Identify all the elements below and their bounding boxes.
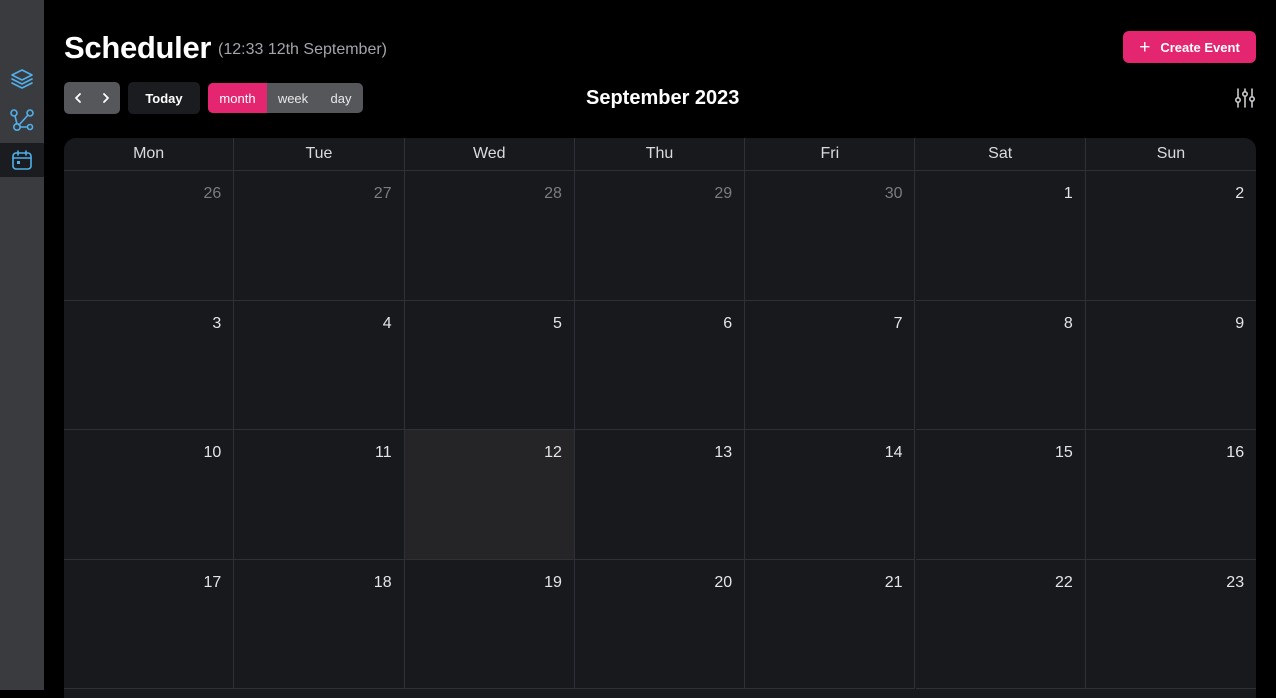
day-number[interactable]: 6 — [723, 315, 732, 333]
calendar-day-cell[interactable]: 27 — [234, 171, 405, 301]
weekday-header: Sun — [1156, 145, 1186, 162]
day-number[interactable]: 30 — [885, 185, 903, 203]
day-number[interactable]: 20 — [714, 574, 732, 592]
weekday-header: Mon — [64, 138, 235, 170]
day-number[interactable]: 22 — [1055, 574, 1073, 592]
day-number[interactable]: 15 — [1055, 444, 1073, 462]
plus-icon: + — [1139, 36, 1151, 58]
create-event-button[interactable]: + Create Event — [1123, 31, 1256, 63]
sidebar — [0, 0, 44, 690]
calendar-day-cell[interactable]: 4 — [234, 300, 405, 430]
calendar-day-cell[interactable]: 29 — [574, 171, 746, 301]
next-button[interactable] — [92, 82, 120, 114]
day-number[interactable]: 27 — [374, 185, 392, 203]
day-number[interactable]: 18 — [374, 574, 392, 592]
sidebar-item-calendar[interactable] — [0, 143, 44, 177]
month-title: September 2023 — [586, 87, 740, 109]
day-number[interactable]: 21 — [885, 574, 903, 592]
month-calendar-grid: Mon Tue Wed Thu Fri Sat Sun 26 27 28 29 30 1 2 3 4 5 6 7 8 9… — [64, 138, 1256, 698]
chevron-left-icon — [75, 93, 81, 103]
sidebar-item-layers[interactable] — [0, 62, 44, 96]
calendar-icon — [12, 150, 32, 170]
page-title: Scheduler — [64, 30, 212, 65]
today-button[interactable]: Today — [128, 82, 200, 114]
day-number[interactable]: 11 — [375, 444, 392, 462]
filter-settings-button[interactable] — [1234, 87, 1256, 109]
calendar-day-cell[interactable]: 8 — [915, 300, 1086, 430]
calendar-day-cell[interactable]: 10 — [64, 430, 235, 560]
calendar-day-cell[interactable]: 16 — [1085, 430, 1256, 560]
weekday-header: Sat — [916, 138, 1086, 170]
weekday-header: Fri — [745, 138, 916, 170]
calendar-day-cell[interactable]: 18 — [234, 559, 405, 689]
weekday-header: Thu — [575, 138, 746, 170]
view-day-button[interactable]: day — [319, 83, 363, 113]
calendar-day-cell-today[interactable]: 12 — [404, 430, 575, 560]
calendar-day-cell[interactable]: 11 — [234, 430, 405, 560]
day-number[interactable]: 16 — [1226, 444, 1244, 462]
calendar-day-cell[interactable]: 6 — [574, 300, 746, 430]
day-number[interactable]: 1 — [1064, 185, 1073, 203]
day-number[interactable]: 9 — [1235, 315, 1244, 333]
calendar-day-cell[interactable]: 21 — [745, 559, 916, 689]
calendar-day-cell[interactable]: 9 — [1085, 301, 1256, 430]
calendar-day-cell[interactable]: 14 — [745, 430, 916, 560]
day-number[interactable]: 29 — [714, 185, 732, 203]
day-number[interactable]: 10 — [204, 444, 222, 462]
weekday-header: Tue — [234, 138, 405, 170]
calendar-day-cell[interactable]: 1 — [915, 171, 1086, 301]
day-number[interactable]: 23 — [1226, 574, 1244, 592]
calendar-day-cell[interactable]: 17 — [64, 559, 235, 689]
navigation-buttons — [64, 82, 120, 114]
calendar-day-cell[interactable]: 28 — [404, 171, 575, 301]
sidebar-item-workflow[interactable] — [0, 103, 44, 137]
calendar-day-cell[interactable]: 30 — [745, 171, 916, 301]
calendar-day-cell[interactable]: 5 — [404, 300, 575, 430]
view-week-button[interactable]: week — [267, 83, 319, 113]
day-number[interactable]: 12 — [544, 444, 562, 462]
create-event-label: Create Event — [1160, 39, 1240, 55]
layers-icon — [11, 69, 33, 89]
previous-button[interactable] — [64, 82, 92, 114]
workflow-icon — [10, 109, 34, 131]
day-number[interactable]: 4 — [383, 315, 392, 333]
calendar-day-cell[interactable]: 23 — [1085, 560, 1256, 689]
chevron-right-icon — [103, 93, 109, 103]
view-switcher: month week day — [208, 83, 363, 113]
day-number[interactable]: 17 — [204, 574, 222, 592]
calendar-day-cell[interactable]: 2 — [1085, 171, 1256, 301]
weekday-header: Wed — [405, 138, 575, 170]
main-area: Scheduler (12:33 12th September) + Creat… — [44, 0, 1276, 698]
day-number[interactable]: 26 — [204, 185, 222, 203]
day-number[interactable]: 8 — [1064, 315, 1073, 333]
day-number[interactable]: 3 — [212, 315, 221, 333]
calendar-day-cell[interactable]: 22 — [915, 559, 1086, 689]
day-number[interactable]: 14 — [885, 444, 903, 462]
calendar-day-cell[interactable]: 26 — [64, 171, 235, 301]
calendar-day-cell[interactable]: 3 — [64, 300, 235, 430]
sliders-icon — [1234, 88, 1256, 108]
calendar-day-cell[interactable]: 15 — [915, 430, 1086, 560]
view-month-button[interactable]: month — [208, 83, 267, 113]
day-number[interactable]: 2 — [1235, 185, 1244, 203]
day-number[interactable]: 7 — [894, 315, 903, 333]
day-number[interactable]: 5 — [553, 315, 562, 333]
day-number[interactable]: 28 — [544, 185, 562, 203]
calendar-day-cell[interactable]: 19 — [404, 559, 575, 689]
day-number[interactable]: 13 — [714, 444, 732, 462]
calendar-day-cell[interactable]: 20 — [574, 559, 746, 689]
day-number[interactable]: 19 — [544, 574, 562, 592]
current-time-label: (12:33 12th September) — [218, 41, 387, 58]
calendar-day-cell[interactable]: 7 — [745, 300, 916, 430]
calendar-day-cell[interactable]: 13 — [574, 430, 746, 560]
